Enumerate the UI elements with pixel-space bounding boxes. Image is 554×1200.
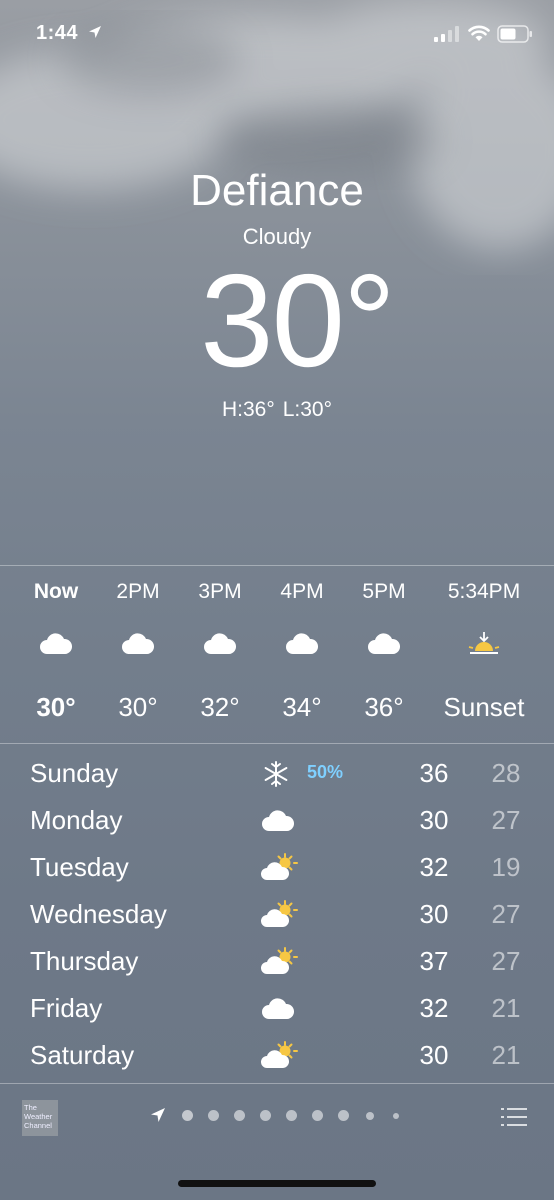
hour-temp: Sunset [443, 692, 525, 722]
page-dot[interactable] [260, 1110, 271, 1121]
day-low: 21 [491, 993, 521, 1023]
cloud-icon [40, 633, 73, 654]
battery-icon [497, 25, 532, 43]
status-time: 1:44 [36, 22, 79, 44]
page-dot[interactable] [286, 1110, 297, 1121]
daily-row-thursday: Thursday 37 27 [0, 936, 554, 983]
day-high: 37 [419, 946, 449, 976]
day-high: 36 [419, 758, 449, 788]
daily-row-wednesday: Wednesday 30 27 [0, 889, 554, 936]
daily-row-saturday: Saturday 30 21 [0, 1030, 554, 1077]
cloud-icon [122, 633, 155, 654]
day-name: Wednesday [30, 899, 167, 929]
precip-chance: 50% [307, 762, 344, 782]
page-dot[interactable] [182, 1110, 193, 1121]
cellular-signal-icon [434, 26, 459, 42]
logo-line: The [24, 1103, 37, 1112]
day-name: Tuesday [30, 852, 129, 882]
day-low: 21 [491, 1040, 521, 1070]
day-name: Monday [30, 805, 123, 835]
day-high: 30 [419, 805, 449, 835]
daily-row-tuesday: Tuesday 32 19 [0, 842, 554, 889]
day-low: 27 [491, 805, 521, 835]
day-name: Saturday [30, 1040, 135, 1070]
current-temperature: 30° [200, 247, 396, 394]
city-name: Defiance [190, 166, 364, 215]
hour-temp: 36° [364, 692, 404, 722]
cloud-icon [368, 633, 401, 654]
hour-time: 5PM [362, 580, 406, 603]
partly-sunny-icon [261, 900, 298, 927]
daily-row-friday: Friday 32 21 [0, 983, 554, 1030]
day-low: 19 [491, 852, 521, 882]
logo-line: Weather [24, 1112, 53, 1121]
page-dot[interactable] [234, 1110, 245, 1121]
high-low: H:36° L:30° [0, 398, 554, 422]
page-dot[interactable] [208, 1110, 219, 1121]
location-arrow-icon [89, 26, 101, 38]
divider [0, 743, 554, 744]
wifi-icon [468, 25, 490, 41]
page-dot[interactable] [393, 1113, 399, 1119]
page-dot[interactable] [338, 1110, 349, 1121]
page-dot[interactable] [366, 1112, 374, 1120]
day-low: 28 [491, 758, 521, 788]
home-indicator[interactable] [178, 1180, 376, 1187]
day-high: 32 [419, 993, 449, 1023]
day-low: 27 [491, 946, 521, 976]
divider [0, 1083, 554, 1084]
low-temp: L:30° [282, 398, 333, 421]
location-arrow-icon[interactable] [150, 1107, 166, 1123]
day-name: Sunday [30, 758, 119, 788]
logo-line: Channel [24, 1121, 52, 1130]
day-low: 27 [491, 899, 521, 929]
partly-sunny-icon [261, 853, 298, 880]
daily-row-sunday: Sunday 50% 36 28 [0, 748, 554, 795]
hourly-forecast[interactable]: Now 30° 2PM 30° 3PM 32° 4PM 34° 5PM 36° … [0, 566, 554, 742]
sunset-icon [468, 632, 500, 654]
partly-sunny-icon [261, 947, 298, 974]
cloud-icon [286, 633, 319, 654]
cloud-icon [204, 633, 237, 654]
day-high: 30 [419, 1040, 449, 1070]
day-high: 32 [419, 852, 449, 882]
snowflake-icon [264, 761, 288, 787]
cloud-icon [262, 998, 295, 1019]
partly-sunny-icon [261, 1041, 298, 1068]
day-name: Friday [30, 993, 103, 1023]
weather-channel-logo[interactable]: The Weather Channel [22, 1100, 58, 1136]
hour-time: 5:34PM [447, 580, 521, 603]
cloud-icon [262, 810, 295, 831]
day-high: 30 [419, 899, 449, 929]
high-temp: H:36° [221, 398, 275, 421]
day-name: Thursday [30, 946, 139, 976]
daily-row-monday: Monday 30 27 [0, 795, 554, 842]
list-icon[interactable] [501, 1107, 527, 1127]
page-dot[interactable] [312, 1110, 323, 1121]
